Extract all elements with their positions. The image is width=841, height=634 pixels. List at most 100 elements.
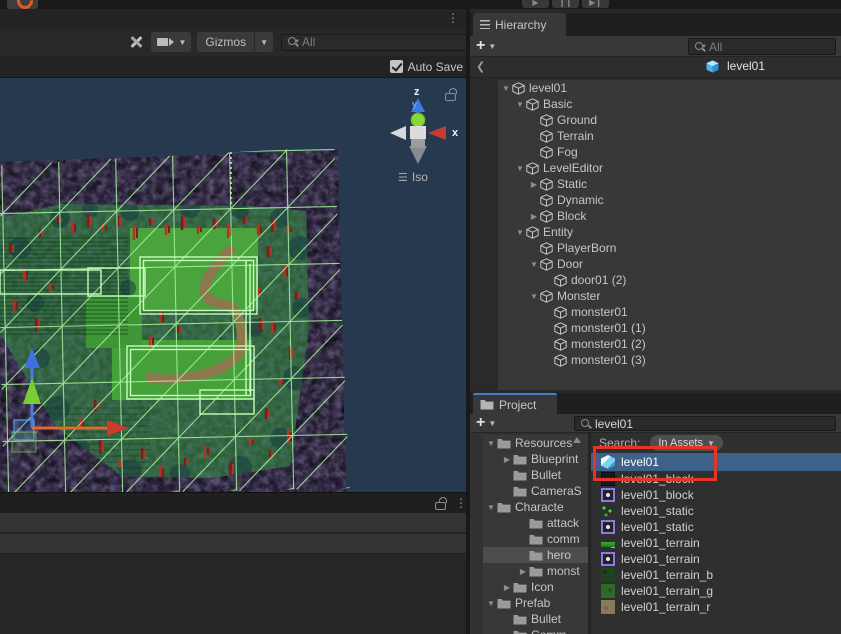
project-folder-row[interactable]: ▼ Characte — [483, 499, 588, 515]
tab-project[interactable]: Project — [473, 393, 557, 416]
hierarchy-tree-row[interactable]: PlayerBorn — [498, 240, 841, 256]
hierarchy-item-label: door01 (2) — [571, 273, 626, 287]
foldout-arrow-icon[interactable]: ▶ — [517, 567, 529, 576]
hierarchy-tree-row[interactable]: monster01 (1) — [498, 320, 841, 336]
project-folder-label: Blueprint — [531, 452, 578, 466]
lock-icon[interactable] — [444, 88, 456, 100]
search-result-row[interactable]: level01_terrain_r — [591, 599, 841, 615]
hierarchy-tree-row[interactable]: ▼ LevelEditor — [498, 160, 841, 176]
project-folder-row[interactable]: ▶ Blueprint — [483, 451, 588, 467]
foldout-arrow-icon[interactable]: ▶ — [528, 212, 540, 221]
collab-button[interactable]: +. — [7, 0, 38, 9]
gameobject-cube-icon — [526, 162, 539, 175]
hierarchy-tree-row[interactable]: monster01 (2) — [498, 336, 841, 352]
hierarchy-item-label: monster01 (3) — [571, 353, 646, 367]
foldout-arrow-icon[interactable]: ▼ — [528, 260, 540, 269]
foldout-arrow-icon[interactable]: ▼ — [514, 100, 526, 109]
search-result-row[interactable]: level01_static — [591, 519, 841, 535]
hierarchy-tree-row[interactable]: monster01 (3) — [498, 352, 841, 368]
search-result-row[interactable]: level01 — [591, 453, 841, 471]
foldout-arrow-icon[interactable]: ▶ — [528, 180, 540, 189]
project-folder-row[interactable]: attack — [483, 515, 588, 531]
hierarchy-tree-row[interactable]: Fog — [498, 144, 841, 160]
hierarchy-tree-row[interactable]: Ground — [498, 112, 841, 128]
bottom-panel-row[interactable] — [0, 513, 467, 534]
foldout-arrow-icon[interactable]: ▼ — [485, 599, 497, 608]
pause-button[interactable]: ❙❙ — [552, 0, 579, 8]
search-result-row[interactable]: level01_terrain — [591, 551, 841, 567]
hierarchy-tree-row[interactable]: Terrain — [498, 128, 841, 144]
search-result-row[interactable]: level01_block — [591, 487, 841, 503]
tools-icon[interactable] — [128, 34, 143, 50]
axis-y-label: y — [412, 99, 417, 109]
back-chevron-icon[interactable]: ❮ — [476, 60, 485, 73]
search-result-row[interactable]: level01_static — [591, 503, 841, 519]
gameobject-cube-icon — [540, 130, 553, 143]
search-result-row[interactable]: level01_terrain — [591, 535, 841, 551]
project-folder-row[interactable]: comm — [483, 531, 588, 547]
lock-icon[interactable] — [434, 497, 446, 509]
camera-dropdown[interactable]: ▼ — [151, 32, 192, 52]
hierarchy-tree-row[interactable]: ▶ Block — [498, 208, 841, 224]
hierarchy-search-input[interactable]: ▼ All — [688, 38, 836, 55]
search-result-row[interactable]: level01_terrain_g — [591, 583, 841, 599]
project-folder-row[interactable]: ▶ Icon — [483, 579, 588, 595]
scope-dropdown[interactable]: In Assets ▼ — [650, 435, 723, 451]
breadcrumb-item[interactable]: level01 — [706, 59, 765, 73]
hierarchy-tree-row[interactable]: ▼ Door — [498, 256, 841, 272]
project-folder-row[interactable]: Bullet — [483, 611, 588, 627]
gameobject-cube-icon — [540, 210, 553, 223]
hierarchy-tree-row[interactable]: ▼ Monster — [498, 288, 841, 304]
hierarchy-tree-row[interactable]: Dynamic — [498, 192, 841, 208]
gizmos-dropdown[interactable]: Gizmos ▼ — [197, 32, 273, 52]
hierarchy-item-label: level01 — [529, 81, 567, 95]
scope-value: In Assets — [658, 437, 703, 449]
camera-icon — [157, 38, 168, 46]
project-folder-row[interactable]: Comm — [483, 627, 588, 634]
hierarchy-tree-row[interactable]: ▼ level01 — [498, 80, 841, 96]
hierarchy-tree-row[interactable]: ▼ Entity — [498, 224, 841, 240]
scene-view[interactable]: z y x ☰ Iso — [0, 78, 467, 492]
project-search-input[interactable]: level01 — [574, 416, 836, 431]
auto-save-checkbox[interactable] — [390, 60, 403, 73]
step-button[interactable]: ▶❙ — [582, 0, 609, 8]
search-results: Search: In Assets ▼ level01 level01_bloc… — [591, 433, 841, 634]
asset-icon — [601, 504, 615, 518]
asset-label: level01 — [621, 455, 659, 469]
foldout-arrow-icon[interactable]: ▶ — [501, 583, 513, 592]
search-result-row[interactable]: level01_terrain_b — [591, 567, 841, 583]
scene-menu-kebab-icon[interactable]: ⋮ — [447, 13, 459, 23]
hierarchy-tree-row[interactable]: ▶ Static — [498, 176, 841, 192]
project-folder-row[interactable]: ▼ Prefab — [483, 595, 588, 611]
foldout-arrow-icon[interactable]: ▼ — [528, 292, 540, 301]
hierarchy-tree-row[interactable]: door01 (2) — [498, 272, 841, 288]
bottom-panel-row[interactable] — [0, 534, 467, 554]
project-folder-label: Characte — [515, 500, 564, 514]
hierarchy-tree-row[interactable]: monster01 — [498, 304, 841, 320]
gameobject-cube-icon — [540, 178, 553, 191]
project-folder-row[interactable]: Bullet — [483, 467, 588, 483]
project-folder-label: Resources — [515, 436, 572, 450]
orientation-gizmo[interactable]: z y x ☰ Iso — [370, 78, 467, 188]
foldout-arrow-icon[interactable]: ▼ — [500, 84, 512, 93]
iso-icon: ☰ — [398, 171, 408, 184]
hierarchy-add-button[interactable]: + ▼ — [476, 39, 496, 53]
scroll-up-arrow-icon[interactable] — [573, 437, 581, 443]
foldout-arrow-icon[interactable]: ▼ — [485, 503, 497, 512]
project-add-button[interactable]: + ▼ — [476, 416, 496, 430]
project-folder-row[interactable]: ▶ monst — [483, 563, 588, 579]
foldout-arrow-icon[interactable]: ▼ — [514, 164, 526, 173]
hierarchy-tree-row[interactable]: ▼ Basic — [498, 96, 841, 112]
tab-hierarchy[interactable]: Hierarchy — [473, 13, 566, 36]
scene-search-input[interactable]: ▼ All — [281, 34, 467, 51]
asset-label: level01_terrain — [621, 552, 700, 566]
play-button[interactable]: ▶ — [522, 0, 549, 8]
foldout-arrow-icon[interactable]: ▼ — [485, 439, 497, 448]
folder-icon — [480, 399, 494, 410]
project-folder-row[interactable]: hero — [483, 547, 588, 563]
project-folder-row[interactable]: CameraS — [483, 483, 588, 499]
projection-toggle[interactable]: ☰ Iso — [398, 170, 428, 184]
foldout-arrow-icon[interactable]: ▶ — [501, 455, 513, 464]
foldout-arrow-icon[interactable]: ▼ — [514, 228, 526, 237]
search-result-row[interactable]: level01_block — [591, 471, 841, 487]
